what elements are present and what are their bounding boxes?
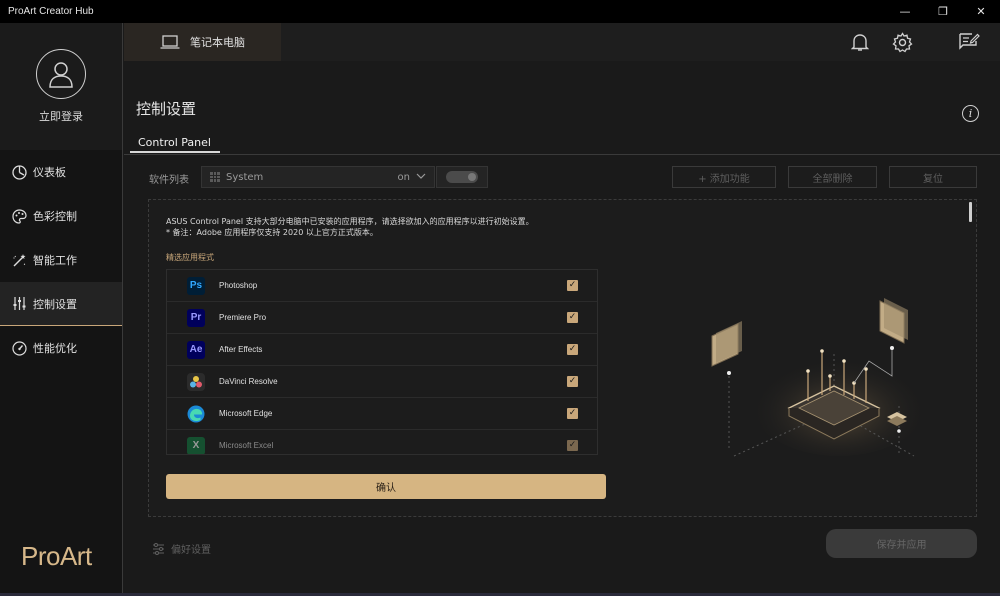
sidebar-item-color-control[interactable]: 色彩控制 (0, 194, 122, 238)
sidebar-item-control-settings[interactable]: 控制设置 (0, 282, 122, 326)
delete-all-button: 全部删除 (788, 166, 877, 188)
login-link[interactable]: 立即登录 (39, 108, 83, 124)
control-panel-illustration (711, 298, 929, 457)
microsoft-edge-icon (187, 405, 205, 423)
gear-icon[interactable] (891, 31, 913, 53)
user-icon (49, 62, 73, 88)
sliders-icon (11, 296, 27, 312)
davinci-resolve-icon (187, 372, 205, 391)
adobe-note: * 备注：Adobe 应用程序仅支持 2020 以上官方正式版本。 (166, 228, 378, 237)
app-checkbox[interactable]: ✓ (567, 440, 578, 451)
software-toggle-container (436, 166, 488, 188)
software-list-label: 软件列表 (149, 175, 189, 186)
selected-apps-label: 精选应用程式 (166, 253, 214, 262)
sidebar-item-label: 色彩控制 (33, 210, 77, 223)
sidebar-item-label: 性能优化 (33, 342, 77, 355)
app-name: Microsoft Excel (219, 441, 274, 450)
feedback-icon[interactable] (958, 31, 980, 53)
scrollbar[interactable] (969, 202, 972, 222)
sidebar-item-dashboard[interactable]: 仪表板 (0, 150, 122, 194)
restore-button[interactable]: ❐ (924, 0, 962, 23)
photoshop-icon: Ps (187, 276, 205, 295)
active-tab-indicator (130, 151, 220, 153)
window-title: ProArt Creator Hub (8, 6, 94, 17)
reset-button: 复位 (889, 166, 977, 188)
chevron-down-icon (416, 172, 426, 182)
app-list: Ps Photoshop ✓ Pr Premiere Pro ✓ Ae Afte… (166, 269, 598, 455)
preferences-label: 偏好设置 (171, 545, 211, 556)
grid-icon (210, 172, 220, 182)
title-bar: ProArt Creator Hub — ❐ ✕ (0, 0, 1000, 23)
sidebar-item-label: 控制设置 (33, 297, 77, 311)
app-checkbox[interactable]: ✓ (567, 376, 578, 387)
list-item[interactable]: Ae After Effects ✓ (167, 334, 597, 366)
avatar[interactable] (36, 49, 86, 99)
list-item[interactable]: Ps Photoshop ✓ (167, 270, 597, 302)
sidebar-item-label: 仪表板 (33, 166, 66, 179)
bell-icon[interactable] (849, 31, 871, 53)
tab-divider (124, 154, 1000, 155)
page-title: 控制设置 (136, 100, 197, 118)
palette-icon (11, 208, 27, 224)
list-item[interactable]: X Microsoft Excel ✓ (167, 430, 597, 454)
app-name: Premiere Pro (219, 313, 267, 322)
confirm-button[interactable]: 确认 (166, 474, 606, 499)
minimize-button[interactable]: — (886, 0, 924, 23)
app-name: DaVinci Resolve (219, 377, 278, 386)
info-icon[interactable]: i (962, 105, 979, 122)
magic-wand-icon (11, 252, 27, 268)
tab-label: 笔记本电脑 (190, 36, 245, 49)
main-panel: 控制设置 i Control Panel 软件列表 System on + 添加… (124, 61, 1000, 596)
preferences-link[interactable]: 偏好设置 (152, 541, 211, 556)
app-checkbox[interactable]: ✓ (567, 344, 578, 355)
app-name: Microsoft Edge (219, 409, 273, 418)
settings-sliders-icon (153, 542, 164, 555)
app-checkbox[interactable]: ✓ (567, 280, 578, 291)
list-item[interactable]: Pr Premiere Pro ✓ (167, 302, 597, 334)
premiere-pro-icon: Pr (187, 308, 205, 327)
sidebar: 立即登录 仪表板 色彩控制 智能工作 控制设置 性能优化 ProArt (0, 23, 123, 596)
app-name: After Effects (219, 345, 263, 354)
list-item[interactable]: DaVinci Resolve ✓ (167, 366, 597, 398)
close-button[interactable]: ✕ (962, 0, 1000, 23)
proart-logo: ProArt (21, 541, 92, 571)
tab-laptop[interactable]: 笔记本电脑 (124, 23, 281, 61)
gauge-icon (11, 340, 27, 356)
app-name: Photoshop (219, 281, 258, 290)
software-select: System on (201, 166, 435, 188)
laptop-icon (160, 35, 180, 49)
software-select-value: System (226, 171, 264, 183)
app-checkbox[interactable]: ✓ (567, 312, 578, 323)
software-toggle (446, 171, 478, 183)
save-and-apply-button[interactable]: 保存并应用 (826, 529, 977, 558)
device-tab-bar: 笔记本电脑 (124, 23, 1000, 61)
software-state: on (397, 171, 410, 183)
add-function-button: + 添加功能 (672, 166, 776, 188)
sidebar-item-smart-work[interactable]: 智能工作 (0, 238, 122, 282)
sidebar-item-label: 智能工作 (33, 254, 77, 267)
after-effects-icon: Ae (187, 340, 205, 359)
list-item[interactable]: Microsoft Edge ✓ (167, 398, 597, 430)
description-text: ASUS Control Panel 支持大部分电脑中已安装的应用程序，请选择欲… (166, 217, 534, 226)
profile-section[interactable]: 立即登录 (0, 23, 122, 150)
app-checkbox[interactable]: ✓ (567, 408, 578, 419)
tab-control-panel[interactable]: Control Panel (138, 136, 211, 149)
microsoft-excel-icon: X (187, 436, 205, 454)
sidebar-item-performance[interactable]: 性能优化 (0, 326, 122, 370)
dashboard-icon (11, 164, 27, 180)
